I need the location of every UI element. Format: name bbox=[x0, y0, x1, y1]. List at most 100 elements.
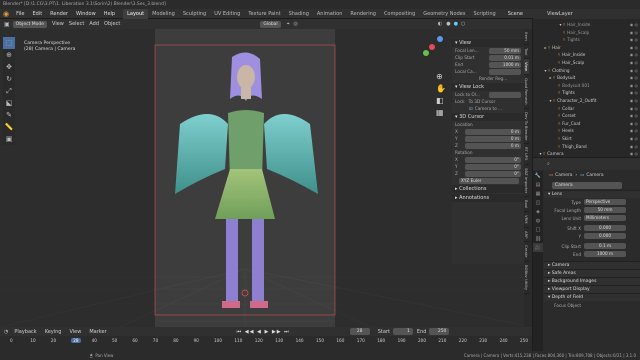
tab-dev-to-blender[interactable]: Dev To Blender bbox=[524, 109, 529, 145]
visibility-eye-icon[interactable]: ◉ ◎ bbox=[630, 143, 640, 151]
visibility-eye-icon[interactable]: ◉ ◎ bbox=[630, 21, 640, 29]
menu-file[interactable]: File bbox=[12, 9, 28, 19]
tab-create[interactable]: Create bbox=[524, 242, 529, 262]
outliner-item[interactable]: ▿ Bodysuit.001 ◉ ◎ bbox=[533, 82, 640, 90]
view-layer-props-icon[interactable]: ◫ bbox=[533, 198, 543, 207]
tab-bobbv-utility[interactable]: BOBbv Utility bbox=[524, 262, 529, 295]
tab-modeling[interactable]: Modeling bbox=[148, 9, 179, 19]
tab-bool[interactable]: Bool bbox=[524, 197, 529, 213]
depth-of-field-section[interactable]: ▾ Depth of Field bbox=[544, 293, 640, 301]
datablock-name-field[interactable]: Camera bbox=[552, 181, 622, 189]
object-props-icon[interactable]: □ bbox=[533, 225, 543, 234]
overlay-icon[interactable]: ◐ bbox=[438, 21, 442, 27]
visibility-eye-icon[interactable]: ◉ ◎ bbox=[630, 127, 640, 135]
outliner-item[interactable]: ▾ ▿ Hair_Inside ◉ ◎ bbox=[533, 21, 640, 29]
snap-icon[interactable]: ⌖ bbox=[287, 21, 290, 27]
start-frame-field[interactable]: 1 bbox=[392, 328, 413, 335]
clip-end-value[interactable]: 1000 m bbox=[584, 250, 626, 258]
camera-view-icon[interactable]: ◧ bbox=[436, 95, 446, 107]
render-props-icon[interactable]: ▤ bbox=[533, 180, 543, 189]
outliner-item[interactable]: ▾ ▿ Character_2_Outfit ◉ ◎ bbox=[533, 97, 640, 105]
visibility-eye-icon[interactable]: ◉ ◎ bbox=[630, 97, 640, 105]
visibility-eye-icon[interactable]: ◉ ◎ bbox=[630, 59, 640, 67]
playback-controls[interactable]: ⏮ ◀◀ ◀ ▶ ▶▶ ⏭ bbox=[237, 329, 290, 335]
lens-header[interactable]: ▾ Lens bbox=[544, 190, 640, 198]
visibility-eye-icon[interactable]: ◉ ◎ bbox=[630, 36, 640, 44]
menu-window[interactable]: Window bbox=[72, 9, 100, 19]
timeline-editor-icon[interactable]: ◔ bbox=[4, 329, 8, 335]
type-select[interactable]: Perspective bbox=[584, 198, 626, 206]
cursor-rot-z[interactable]: Z 0° bbox=[452, 170, 524, 177]
annotate-tool-icon[interactable]: ✎ bbox=[3, 109, 15, 121]
cursor-loc-z[interactable]: Z 0 m bbox=[452, 142, 524, 149]
clip-end-field[interactable]: End 1000 m bbox=[544, 250, 640, 258]
lock-to-cursor-checkbox[interactable]: Lock To 3D Cursor bbox=[452, 98, 524, 105]
shift-y-field[interactable]: Y 0.000 bbox=[544, 232, 640, 240]
menu-render[interactable]: Render bbox=[46, 9, 72, 19]
3d-cursor-header[interactable]: ▾ 3D Cursor bbox=[452, 113, 524, 121]
focal-length-field[interactable]: Focal Len... 50 mm bbox=[452, 47, 524, 54]
lens-unit-select[interactable]: Millimeters bbox=[584, 214, 626, 222]
cursor-loc-y[interactable]: Y 0 m bbox=[452, 135, 524, 142]
visibility-eye-icon[interactable]: ◉ ◎ bbox=[630, 51, 640, 59]
visibility-eye-icon[interactable]: ◉ ◎ bbox=[630, 120, 640, 128]
cursor-rot-x[interactable]: X 0° bbox=[452, 156, 524, 163]
visibility-eye-icon[interactable]: ◉ ◎ bbox=[630, 74, 640, 82]
outliner-item[interactable]: ▿ Tights ◉ ◎ bbox=[533, 36, 640, 44]
tab-animation[interactable]: Animation bbox=[313, 9, 347, 19]
outliner-item[interactable]: ▿ Corset ◉ ◎ bbox=[533, 112, 640, 120]
pan-hand-icon[interactable]: ✋ bbox=[436, 83, 446, 95]
end-frame-field[interactable]: 250 bbox=[429, 328, 450, 335]
local-camera-value[interactable] bbox=[489, 68, 521, 75]
editor-type-icon[interactable]: ▣ bbox=[4, 21, 10, 28]
camera-section[interactable]: ▸ Camera bbox=[544, 261, 640, 269]
render-region-checkbox[interactable]: Render Reg... bbox=[452, 75, 524, 82]
tab-geometry-nodes[interactable]: Geometry Nodes bbox=[419, 9, 469, 19]
mode-select[interactable]: Object Mode bbox=[12, 20, 48, 28]
visibility-eye-icon[interactable]: ◉ ◎ bbox=[630, 89, 640, 97]
output-props-icon[interactable]: ▦ bbox=[533, 189, 543, 198]
measure-tool-icon[interactable]: 📏 bbox=[3, 121, 15, 133]
rotation-mode-value[interactable]: XYZ Euler bbox=[459, 177, 519, 184]
outliner-item[interactable]: ▿ Hair_Scalp ◉ ◎ bbox=[533, 29, 640, 37]
outliner-item[interactable]: ▾ ▿ Camera ◉ ◎ bbox=[533, 150, 640, 158]
search-icon[interactable]: ⌕ bbox=[547, 161, 550, 167]
viewport-display-section[interactable]: ▸ Viewport Display bbox=[544, 285, 640, 293]
scene-selector[interactable]: Scene bbox=[508, 11, 523, 17]
camera-to-view-checkbox[interactable]: ☑ Camera to ... bbox=[452, 105, 524, 112]
tab-shading[interactable]: Shading bbox=[285, 9, 313, 19]
add-cube-tool-icon[interactable]: ▣ bbox=[3, 133, 15, 145]
view-section-header[interactable]: ▾ View bbox=[452, 39, 524, 47]
move-tool-icon[interactable]: ✥ bbox=[3, 61, 15, 73]
tab-vrm[interactable]: VRM bbox=[524, 212, 529, 228]
menu-select[interactable]: Select bbox=[69, 21, 84, 27]
transform-tool-icon[interactable]: ⬕ bbox=[3, 97, 15, 109]
rotation-mode-select[interactable]: XYZ Euler bbox=[452, 177, 524, 184]
outliner-item[interactable]: ▿ Hair_Inside ◉ ◎ bbox=[533, 51, 640, 59]
tab-compositing[interactable]: Compositing bbox=[380, 9, 419, 19]
menu-add[interactable]: Add bbox=[89, 21, 99, 27]
menu-view[interactable]: View bbox=[52, 21, 64, 27]
visibility-eye-icon[interactable]: ◉ ◎ bbox=[630, 44, 640, 52]
menu-edit[interactable]: Edit bbox=[28, 9, 46, 19]
tab-rendering[interactable]: Rendering bbox=[346, 9, 380, 19]
cursor-rot-y[interactable]: Y 0° bbox=[452, 163, 524, 170]
focal-length-field[interactable]: Focal Length 50 mm bbox=[544, 206, 640, 214]
scale-tool-icon[interactable]: ⤢ bbox=[3, 85, 15, 97]
outliner-item[interactable]: ▿ Thigh_Band ◉ ◎ bbox=[533, 143, 640, 151]
tab-arp[interactable]: ARP bbox=[524, 228, 529, 243]
timeline-ruler[interactable]: 0 10 20 28 40 50 60 70 80 90 100 110 120 130 140 150 160… bbox=[0, 336, 532, 351]
outliner-item[interactable]: ▿ Heels ◉ ◎ bbox=[533, 127, 640, 135]
marker-menu[interactable]: Marker bbox=[89, 329, 106, 335]
keying-menu[interactable]: Keying bbox=[45, 329, 62, 335]
tab-quad-remesh[interactable]: Quad Remesh bbox=[524, 75, 529, 109]
outliner-item[interactable]: ▿ Fur_Coat ◉ ◎ bbox=[533, 120, 640, 128]
world-props-icon[interactable]: ◍ bbox=[533, 216, 543, 225]
loc-y-value[interactable]: 0 m bbox=[465, 135, 521, 142]
zoom-icon[interactable]: ⊕ bbox=[436, 71, 446, 83]
collections-header[interactable]: ▸ Collections bbox=[452, 185, 524, 193]
tab-texture-paint[interactable]: Texture Paint bbox=[244, 9, 284, 19]
blender-logo-icon[interactable]: ◉ bbox=[0, 10, 12, 18]
focal-value[interactable]: 50 mm bbox=[489, 47, 521, 54]
lock-to-object-value[interactable] bbox=[489, 91, 521, 98]
